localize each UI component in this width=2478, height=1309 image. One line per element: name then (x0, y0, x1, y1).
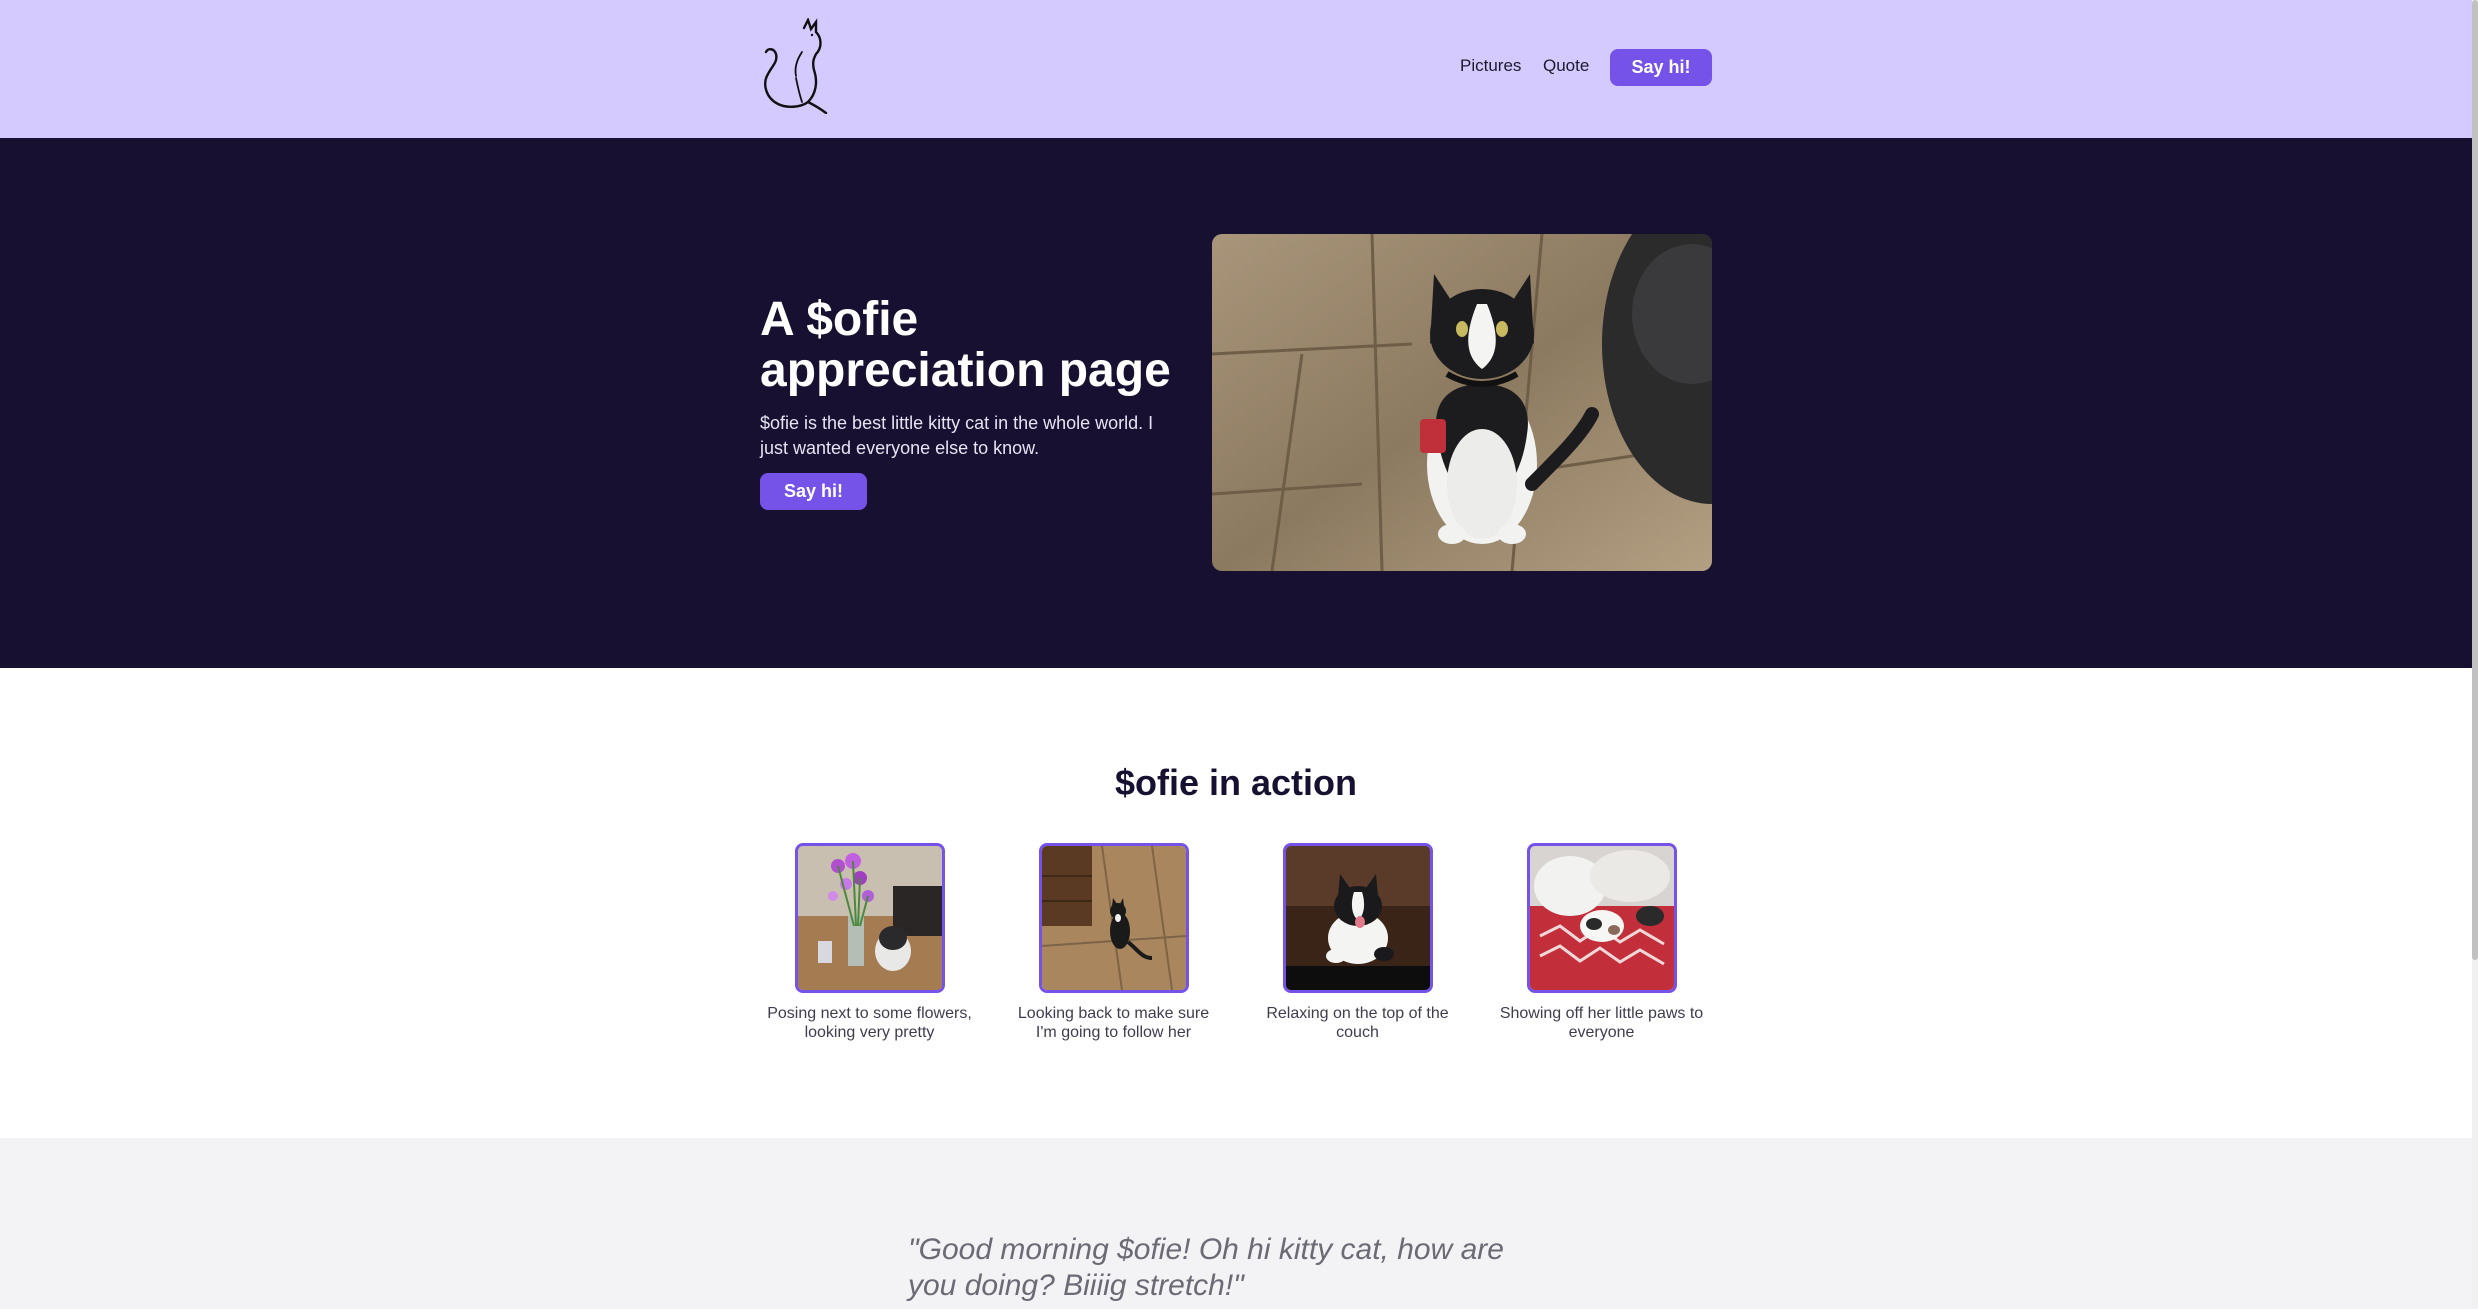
hero-cat-photo (1212, 234, 1712, 571)
quote-text: "Good morning $ofie! Oh hi kitty cat, ho… (908, 1233, 1504, 1302)
site-header: Pictures Quote Say hi! (0, 0, 2472, 138)
gallery-section: $ofie in action Posing next to some flow… (0, 668, 2472, 1138)
nav-link-pictures[interactable]: Pictures (1460, 56, 1521, 76)
gallery-caption: Posing next to some flowers, looking ver… (767, 1005, 972, 1041)
page: Pictures Quote Say hi! A $ofie appreciat… (0, 0, 2472, 1309)
gallery-photo-paws[interactable] (1527, 843, 1677, 993)
hero-say-hi-button[interactable]: Say hi! (760, 473, 867, 510)
hero-description: $ofie is the best little kitty cat in th… (760, 413, 1154, 458)
header-say-hi-button[interactable]: Say hi! (1610, 49, 1712, 86)
gallery-caption: Looking back to make sure I'm going to f… (1017, 1005, 1210, 1041)
hero-title: A $ofie appreciation page (760, 293, 1171, 397)
scrollbar-thumb[interactable] (2472, 0, 2478, 960)
hero-section: A $ofie appreciation page $ofie is the b… (0, 138, 2472, 668)
gallery-photo-couch[interactable] (1283, 843, 1433, 993)
gallery-photo-flowers[interactable] (795, 843, 945, 993)
quote-section: "Good morning $ofie! Oh hi kitty cat, ho… (0, 1138, 2472, 1309)
gallery-caption: Showing off her little paws to everyone (1499, 1005, 1704, 1041)
nav-link-quote[interactable]: Quote (1543, 56, 1589, 76)
gallery-title: $ofie in action (1114, 762, 1358, 803)
gallery-caption: Relaxing on the top of the couch (1266, 1005, 1449, 1041)
page-scrollbar[interactable] (2472, 0, 2478, 1309)
gallery-photo-looking-back[interactable] (1039, 843, 1189, 993)
cat-logo-icon[interactable] (756, 16, 828, 115)
